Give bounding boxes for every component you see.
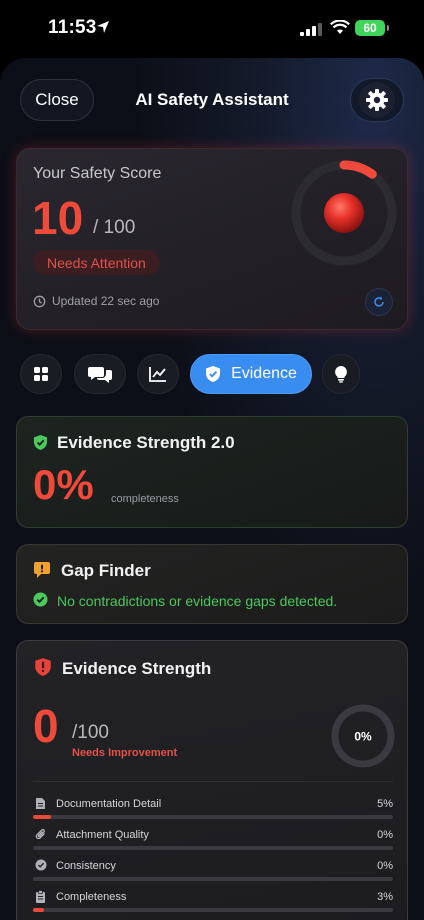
- refresh-button[interactable]: [365, 288, 393, 316]
- evidence-strength-2-card: Evidence Strength 2.0 0% completeness: [16, 416, 408, 528]
- shield-check-icon: [206, 366, 221, 382]
- settings-button[interactable]: [350, 78, 404, 122]
- metric-name: Attachment Quality: [56, 829, 149, 841]
- shield-check-icon: [33, 435, 48, 450]
- cellular-signal-icon: [300, 23, 322, 36]
- wifi-icon: [330, 20, 350, 34]
- battery-level: 60: [363, 21, 377, 35]
- alert-bubble-icon: [34, 562, 50, 578]
- chat-bubbles-icon: [88, 367, 112, 383]
- metric-documentation-detail: Documentation Detail 5%: [33, 798, 393, 826]
- metric-bar-track: [33, 846, 393, 850]
- metric-percent: 0%: [377, 860, 393, 872]
- evidence-score-max: /100: [72, 722, 109, 743]
- safety-score-ring: [291, 160, 397, 266]
- completeness-caption: completeness: [111, 493, 179, 505]
- gear-icon: [366, 89, 388, 111]
- evidence-score-value: 0: [33, 700, 59, 752]
- tab-dashboard[interactable]: [20, 354, 62, 394]
- line-chart-icon: [149, 367, 166, 382]
- tab-evidence[interactable]: Evidence: [190, 354, 312, 394]
- gap-finder-card: Gap Finder No contradictions or evidence…: [16, 544, 408, 624]
- paperclip-icon: [35, 828, 45, 840]
- last-updated: Updated 22 sec ago: [33, 294, 159, 308]
- safety-score-card: Your Safety Score 10 / 100 Needs Attenti…: [16, 148, 408, 330]
- check-badge-icon: [35, 859, 47, 871]
- metric-bar-track: [33, 815, 393, 819]
- card-title: Gap Finder: [61, 561, 151, 580]
- location-arrow-icon: [97, 21, 109, 33]
- metric-bar-fill: [33, 815, 51, 819]
- check-circle-icon: [33, 592, 48, 607]
- metric-name: Completeness: [56, 891, 127, 903]
- evidence-progress-ring: 0%: [331, 704, 395, 768]
- shield-alert-icon: [35, 658, 51, 676]
- card-title: Evidence Strength: [62, 659, 212, 678]
- metric-percent: 3%: [377, 891, 393, 903]
- history-clock-icon: [33, 295, 46, 307]
- divider: [33, 781, 393, 782]
- score-label: Your Safety Score: [33, 165, 162, 182]
- grid-icon: [34, 367, 48, 381]
- tab-chat[interactable]: [74, 354, 126, 394]
- last-updated-text: Updated 22 sec ago: [52, 294, 160, 308]
- evidence-status: Needs Improvement: [72, 747, 178, 759]
- status-bar: 11:53 60: [0, 0, 424, 58]
- metric-bar-fill: [33, 908, 44, 912]
- document-icon: [36, 798, 45, 809]
- score-max: / 100: [93, 217, 136, 238]
- metric-percent: 0%: [377, 829, 393, 841]
- evidence-strength-card: Evidence Strength 0 /100 Needs Improveme…: [16, 640, 408, 920]
- lightbulb-icon: [335, 366, 347, 383]
- metric-consistency: Consistency 0%: [33, 859, 393, 888]
- completeness-percent: 0%: [33, 461, 94, 508]
- safety-score-value: 10: [32, 192, 84, 244]
- tab-analytics[interactable]: [137, 354, 179, 394]
- metric-attachment-quality: Attachment Quality 0%: [33, 828, 393, 857]
- metric-percent: 5%: [377, 798, 393, 810]
- tab-evidence-label: Evidence: [231, 365, 297, 382]
- gap-finder-message: No contradictions or evidence gaps detec…: [57, 593, 338, 609]
- clipboard-icon: [36, 890, 45, 903]
- metric-name: Documentation Detail: [56, 798, 162, 810]
- metric-bar-track: [33, 877, 393, 881]
- tab-tips[interactable]: [322, 354, 360, 394]
- battery-indicator: 60: [355, 20, 389, 36]
- assistant-sheet: Close AI Safety Assistant Your Safety Sc…: [0, 58, 424, 920]
- metric-bar-track: [33, 908, 393, 912]
- status-time: 11:53: [48, 17, 97, 38]
- evidence-ring-label: 0%: [354, 730, 372, 744]
- status-badge: Needs Attention: [33, 250, 160, 275]
- metric-name: Consistency: [56, 860, 116, 872]
- metric-completeness: Completeness 3%: [33, 890, 393, 919]
- card-title: Evidence Strength 2.0: [57, 433, 235, 452]
- refresh-icon: [374, 296, 384, 307]
- section-tabs: Evidence: [20, 354, 404, 394]
